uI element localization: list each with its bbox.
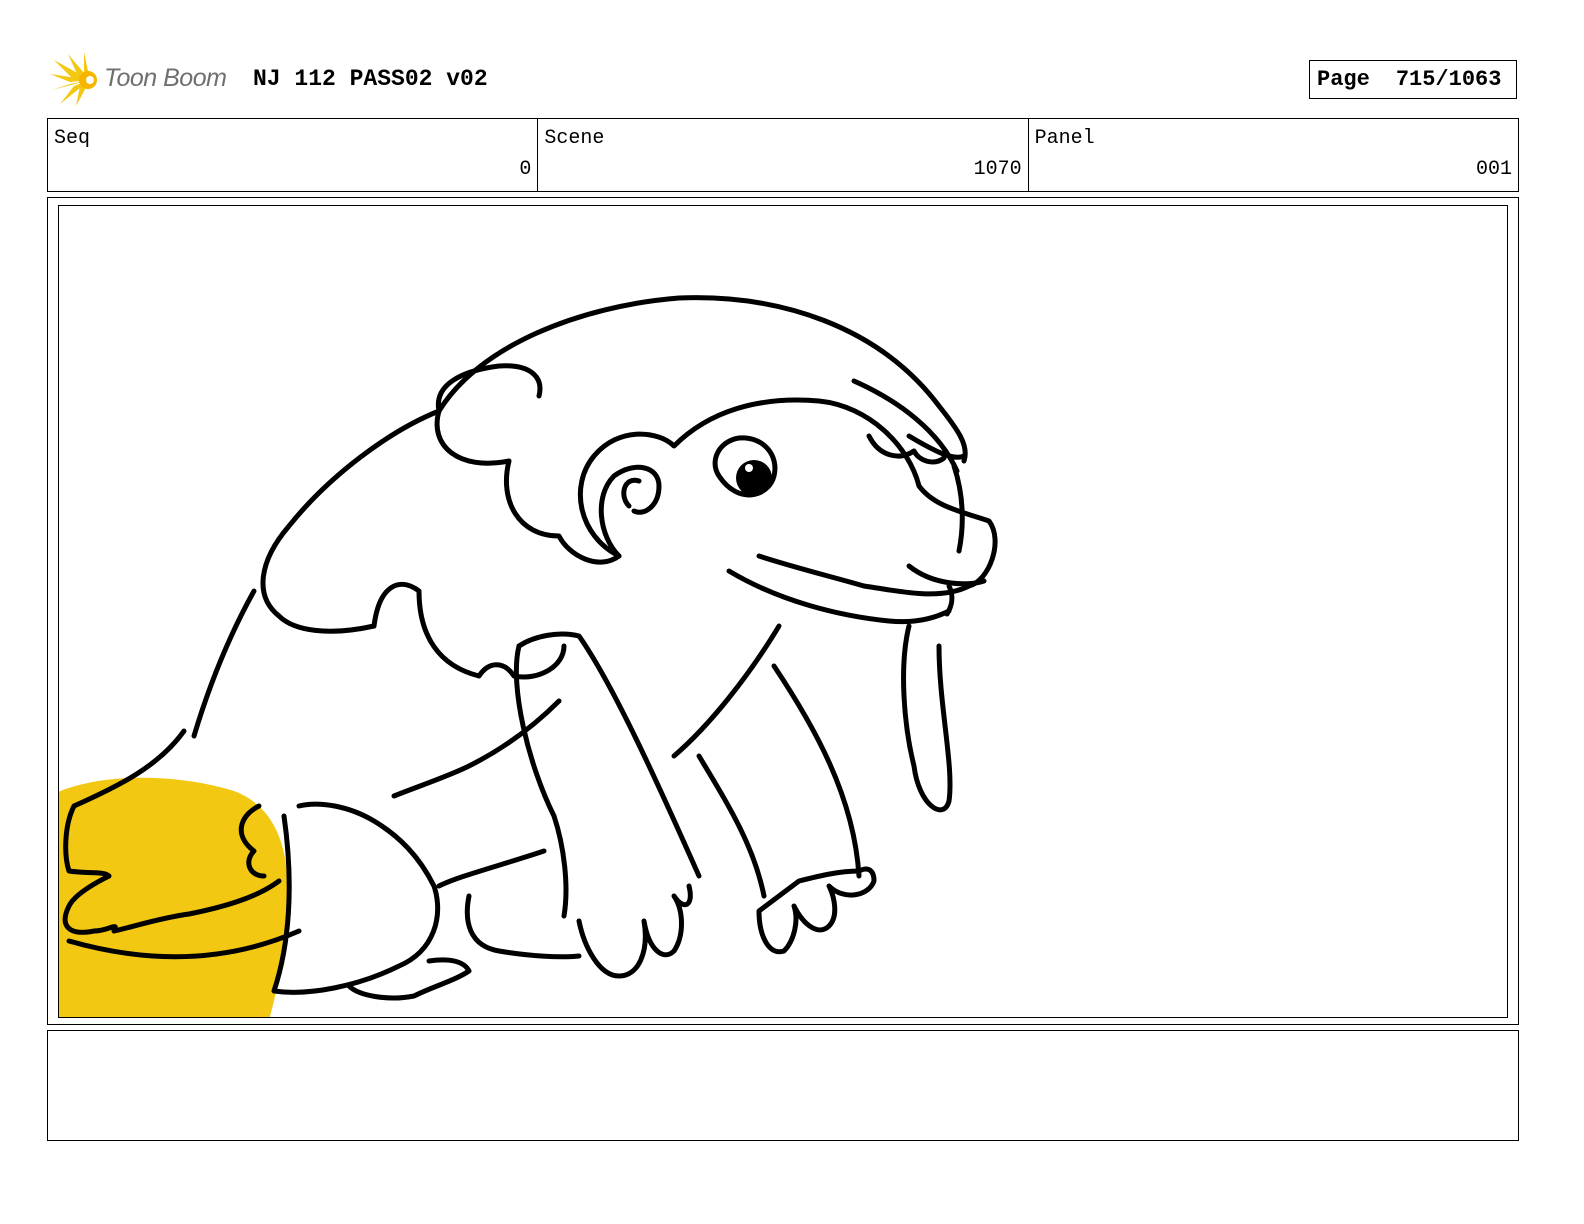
page-number: 715/1063	[1395, 67, 1502, 92]
eye-pupil	[736, 460, 772, 496]
hind-leg-line	[464, 893, 582, 960]
seq-cell: Seq 0	[48, 119, 539, 191]
eye-highlight	[745, 464, 753, 472]
right-arm-2	[771, 663, 862, 879]
hind-leg	[271, 801, 441, 995]
scene-cell: Scene 1070	[538, 119, 1029, 191]
head-outline	[577, 397, 998, 597]
ear-inner	[621, 477, 642, 509]
storyboard-panel	[58, 205, 1508, 1018]
panel-label: Panel	[1034, 127, 1095, 150]
tongue	[901, 623, 953, 813]
left-hand	[576, 883, 693, 979]
page-label: Page	[1317, 67, 1370, 92]
right-arm	[671, 623, 782, 759]
creature-sketch-icon	[59, 295, 998, 1017]
right-arm-3	[696, 753, 767, 899]
panel-cell: Panel 001	[1029, 119, 1518, 191]
back-curve	[260, 408, 442, 634]
scene-label: Scene	[544, 127, 605, 150]
starburst-icon	[50, 52, 97, 106]
snout-line	[906, 563, 987, 587]
seq-label: Seq	[54, 127, 91, 150]
wing-scallop	[371, 581, 567, 680]
info-row: Seq 0 Scene 1070 Panel 001	[47, 118, 1519, 192]
inner-hood	[434, 408, 622, 565]
rear-curve	[191, 588, 257, 739]
logo-text: Toon Boom	[104, 64, 227, 92]
page-indicator: Page 715/1063	[1309, 60, 1517, 99]
right-hand	[756, 866, 877, 955]
left-arm-back	[513, 643, 569, 919]
hood-outline	[436, 295, 968, 464]
toon-boom-logo: Toon Boom	[50, 52, 240, 108]
notes-box	[47, 1030, 1519, 1141]
belly-line	[391, 698, 562, 799]
document-title: NJ 112 PASS02 v02	[253, 66, 488, 92]
scene-value: 1070	[973, 158, 1022, 181]
panel-value: 001	[1475, 158, 1512, 181]
mid-body	[436, 848, 547, 889]
seq-value: 0	[519, 158, 532, 181]
